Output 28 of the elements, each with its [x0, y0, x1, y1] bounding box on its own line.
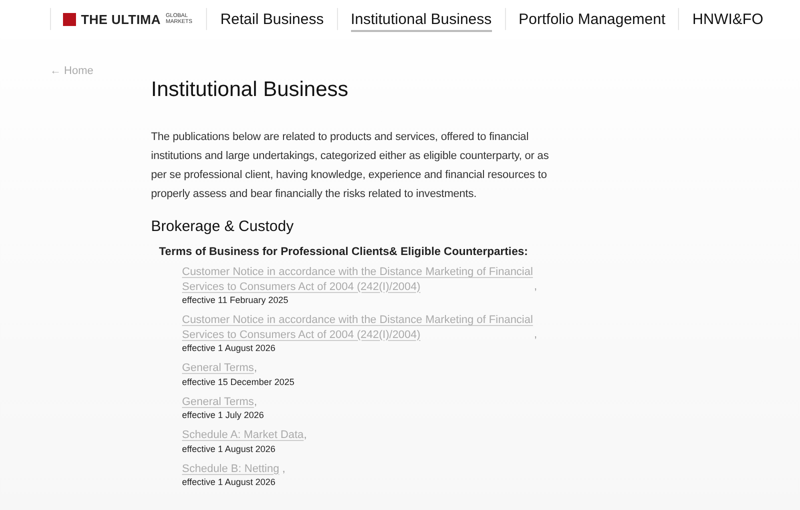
- punctuation: ,: [254, 362, 257, 374]
- document-link[interactable]: Schedule B: Netting: [182, 462, 280, 476]
- punctuation: ,: [534, 280, 538, 292]
- document-link[interactable]: General Terms: [182, 361, 254, 376]
- effective-date: effective 11 February 2025: [182, 294, 290, 306]
- nav-link[interactable]: Portfolio Management: [506, 10, 678, 28]
- document-link[interactable]: Customer Notice in accordance with the Distance Marketing of Financial Services to Consumers Act of 2004 (242(I)/2004): [182, 313, 534, 342]
- logo-name[interactable]: THE ULTIMA: [81, 12, 161, 26]
- punctuation: ,: [281, 462, 286, 474]
- nav-link[interactable]: Retail Business: [207, 10, 337, 28]
- punctuation: ,: [534, 328, 538, 340]
- document-link[interactable]: Customer Notice in accordance with the Distance Marketing of Financial Services to Consumers Act of 2004 (242(I)/2004): [182, 265, 534, 294]
- home-link[interactable]: ← Home: [50, 65, 151, 79]
- effective-date: effective 1 August 2026: [182, 342, 276, 354]
- logo-square-icon: [63, 12, 76, 26]
- page-title: Institutional Business: [151, 78, 350, 102]
- document-link[interactable]: Schedule A: Market Data: [182, 428, 304, 442]
- group-title: Terms of Business for Professional Clients& Eligible Counterparties:: [159, 246, 529, 258]
- document-link[interactable]: General Terms: [182, 394, 254, 409]
- effective-date: effective 1 August 2026: [182, 442, 276, 454]
- punctuation: ,: [254, 396, 257, 408]
- intro-paragraph: The publications below are related to products and services, offered to financial institutions and large undertakings, categorized either as eligible counterparty, or as per se professional client, having knowledge, experience and financial resources to properly assess and bear financially the risks related to investments.: [151, 130, 550, 202]
- punctuation: ,: [304, 429, 307, 441]
- effective-date: effective 1 August 2026: [182, 476, 276, 488]
- section-title: Brokerage & Custody: [151, 218, 295, 235]
- nav-link[interactable]: HNWI&FO: [679, 10, 776, 28]
- effective-date: effective 1 July 2026: [182, 409, 265, 421]
- effective-date: effective 15 December 2025: [182, 376, 296, 388]
